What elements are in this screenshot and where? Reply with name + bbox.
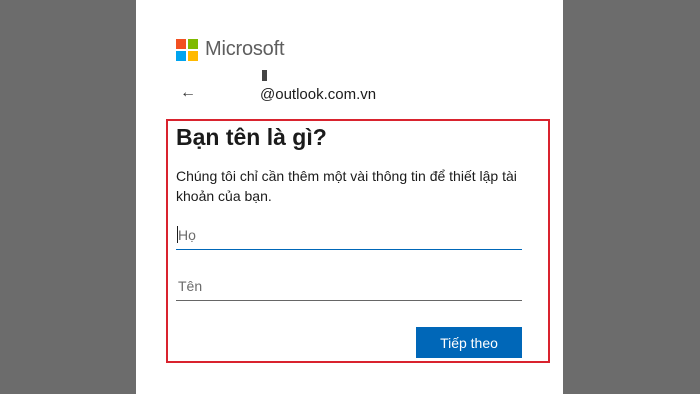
microsoft-logo: Microsoft	[176, 38, 285, 61]
input-caret	[177, 226, 178, 243]
back-arrow-icon[interactable]: ←	[180, 84, 198, 102]
form-description: Chúng tôi chỉ cần thêm một vài thông tin…	[176, 168, 517, 204]
first-name-input[interactable]	[176, 271, 522, 301]
text-cursor-mark	[262, 70, 267, 81]
account-email: @outlook.com.vn	[260, 86, 377, 103]
brand-name: Microsoft	[205, 38, 285, 60]
page-title: Bạn tên là gì?	[176, 124, 327, 150]
microsoft-logo-icon	[176, 38, 198, 61]
last-name-input[interactable]	[176, 220, 522, 250]
next-button[interactable]: Tiếp theo	[416, 327, 522, 358]
